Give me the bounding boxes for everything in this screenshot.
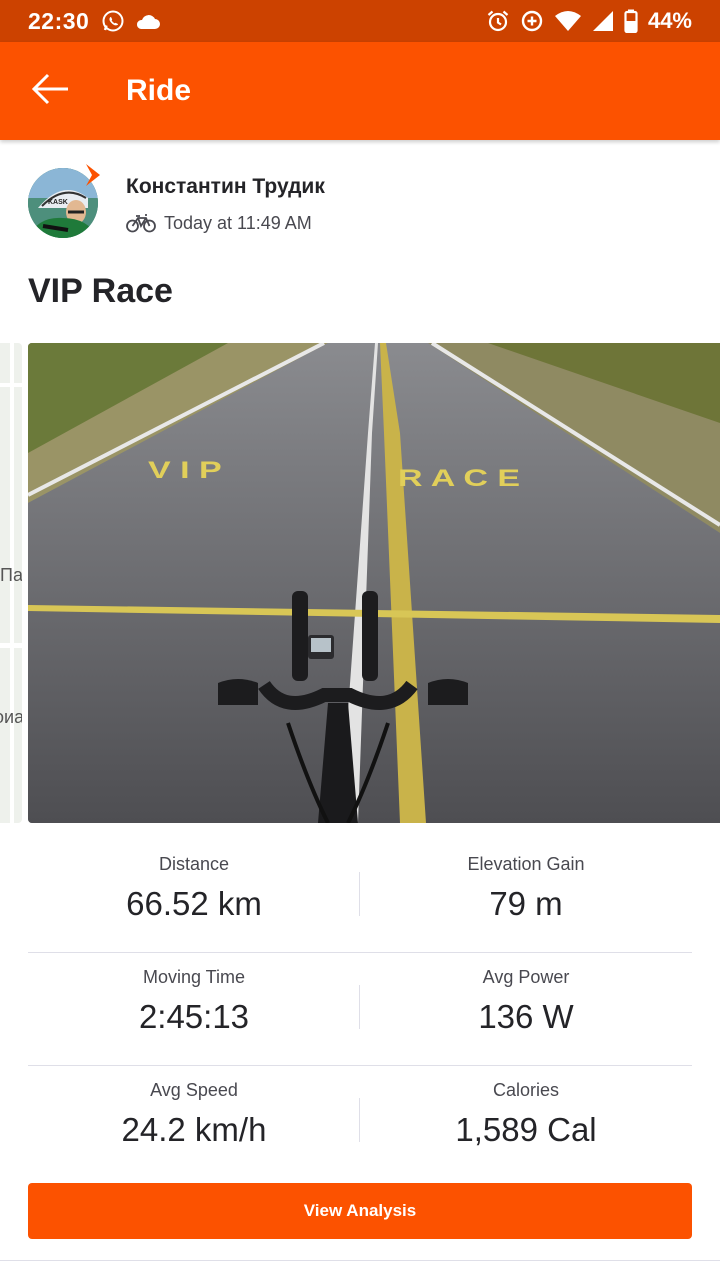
stat-value: 79 m — [489, 885, 563, 922]
whatsapp-icon — [101, 9, 125, 33]
signal-icon — [592, 10, 614, 32]
stat-value: 24.2 km/h — [121, 1111, 267, 1148]
svg-text:R A C E: R A C E — [398, 465, 520, 492]
battery-percent: 44% — [647, 8, 692, 33]
stat-value: 136 W — [478, 998, 574, 1035]
stat-calories: Calories 1,589 Cal — [360, 1066, 692, 1179]
svg-text:KASK: KASK — [48, 199, 68, 206]
back-button[interactable] — [0, 42, 100, 140]
stats-grid: Distance 66.52 km Elevation Gain 79 m Mo… — [28, 840, 692, 1179]
stat-label: Calories — [492, 1080, 560, 1100]
stat-value: 66.52 km — [126, 885, 262, 922]
route-map-thumbnail[interactable]: Па оиа — [0, 343, 22, 823]
data-saver-icon — [520, 9, 544, 33]
wifi-icon — [554, 10, 582, 32]
avatar[interactable]: KASK — [28, 164, 100, 240]
cloud-icon — [135, 12, 161, 30]
activity-timestamp: Today at 11:49 AM — [164, 212, 312, 233]
subscriber-badge-icon — [82, 162, 104, 193]
athlete-header: KASK Константин Трудик Today at 11:49 AM — [28, 164, 692, 244]
stat-label: Distance — [158, 854, 230, 874]
stat-label: Avg Speed — [150, 1080, 238, 1100]
divider — [359, 985, 360, 1029]
svg-text:V I P: V I P — [148, 457, 222, 484]
battery-icon — [624, 9, 638, 33]
map-label: Па — [0, 565, 22, 585]
bike-icon — [126, 213, 156, 233]
stats-row: Distance 66.52 km Elevation Gain 79 m — [28, 840, 692, 953]
stat-value: 1,589 Cal — [455, 1111, 597, 1148]
stat-avg-speed: Avg Speed 24.2 km/h — [28, 1066, 360, 1179]
divider — [359, 1098, 360, 1142]
status-bar: 22:30 44% — [0, 0, 720, 42]
stat-value: 2:45:13 — [138, 998, 250, 1035]
athlete-name[interactable]: Константин Трудик — [126, 175, 325, 199]
stat-label: Elevation Gain — [467, 854, 585, 874]
stat-elevation-gain: Elevation Gain 79 m — [360, 840, 692, 952]
view-analysis-button[interactable]: View Analysis — [28, 1183, 692, 1239]
stat-moving-time: Moving Time 2:45:13 — [28, 953, 360, 1065]
alarm-icon — [486, 9, 510, 33]
map-label: оиа — [0, 707, 22, 727]
activity-title: VIP Race — [28, 272, 173, 310]
status-time: 22:30 — [28, 7, 90, 34]
stat-label: Moving Time — [142, 967, 246, 987]
arrow-left-icon — [30, 72, 70, 111]
page-title: Ride — [126, 74, 192, 107]
stat-avg-power: Avg Power 136 W — [360, 953, 692, 1065]
divider — [0, 1260, 720, 1261]
activity-photo[interactable]: V I P R A C E — [28, 343, 720, 823]
stat-distance: Distance 66.52 km — [28, 840, 360, 952]
stats-row: Moving Time 2:45:13 Avg Power 136 W — [28, 953, 692, 1066]
stats-row: Avg Speed 24.2 km/h Calories 1,589 Cal — [28, 1066, 692, 1179]
app-bar: Ride — [0, 42, 720, 140]
divider — [359, 872, 360, 916]
stat-label: Avg Power — [482, 967, 570, 987]
